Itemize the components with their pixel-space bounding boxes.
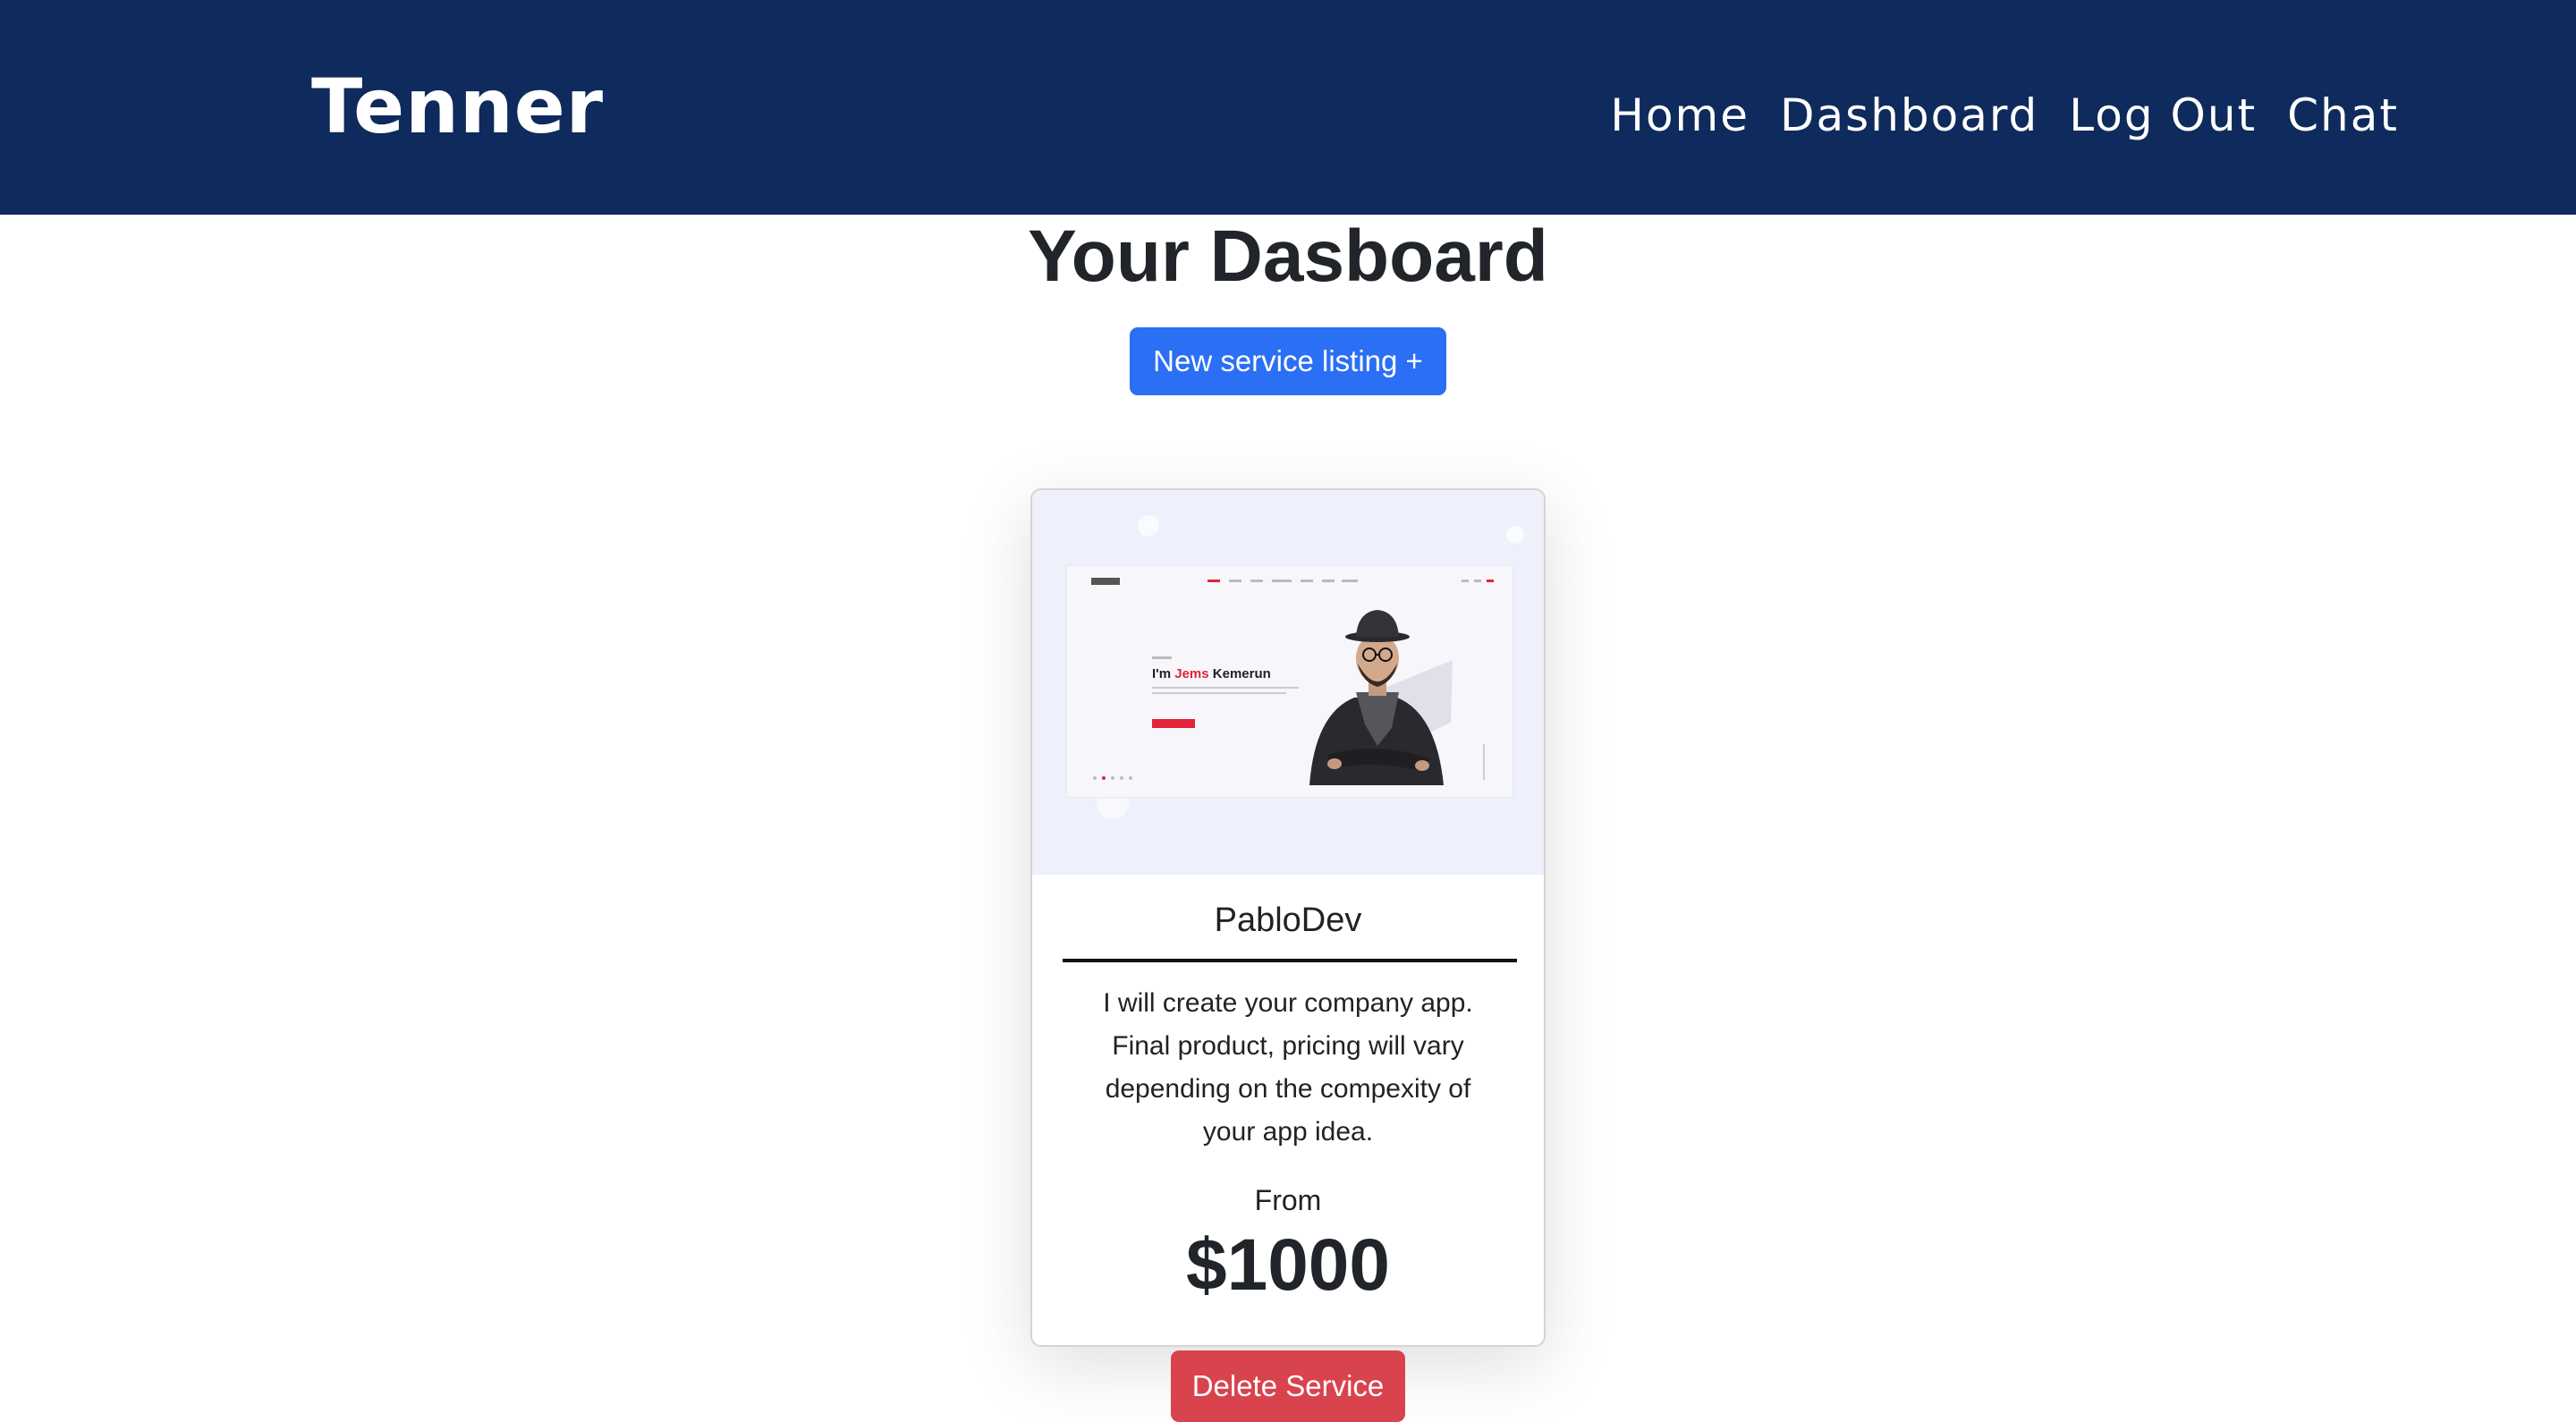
brand-logo[interactable]: Tenner — [311, 63, 604, 150]
service-card: I'm Jems Kemerun PabloDev I will create … — [1030, 488, 1546, 1347]
service-price: $1000 — [1185, 1224, 1391, 1306]
service-thumbnail-image[interactable]: I'm Jems Kemerun — [1032, 490, 1544, 875]
card-divider — [1063, 959, 1517, 962]
nav-link-home[interactable]: Home — [1610, 89, 1750, 141]
nav-link-chat[interactable]: Chat — [2287, 89, 2399, 141]
top-navbar: Tenner Home Dashboard Log Out Chat — [0, 0, 2576, 215]
hero-greeting-text: I'm — [1152, 666, 1174, 681]
page-title: Your Dasboard — [1028, 216, 1548, 297]
hero-name-highlight: Jems — [1174, 666, 1208, 681]
svg-text:I'm Jems Kemerun: I'm Jems Kemerun — [1152, 666, 1271, 681]
nav-links: Home Dashboard Log Out Chat — [1610, 89, 2399, 141]
service-description: I will create your company app. Final pr… — [1103, 988, 1473, 1147]
nav-link-dashboard[interactable]: Dashboard — [1780, 89, 2038, 141]
hero-name-rest: Kemerun — [1209, 666, 1271, 681]
delete-service-button[interactable]: Delete Service — [1171, 1350, 1405, 1422]
nav-link-logout[interactable]: Log Out — [2069, 89, 2257, 141]
new-service-listing-button[interactable]: New service listing + — [1130, 327, 1446, 395]
seller-name: PabloDev — [1214, 901, 1362, 939]
price-from-label: From — [1254, 1184, 1322, 1216]
